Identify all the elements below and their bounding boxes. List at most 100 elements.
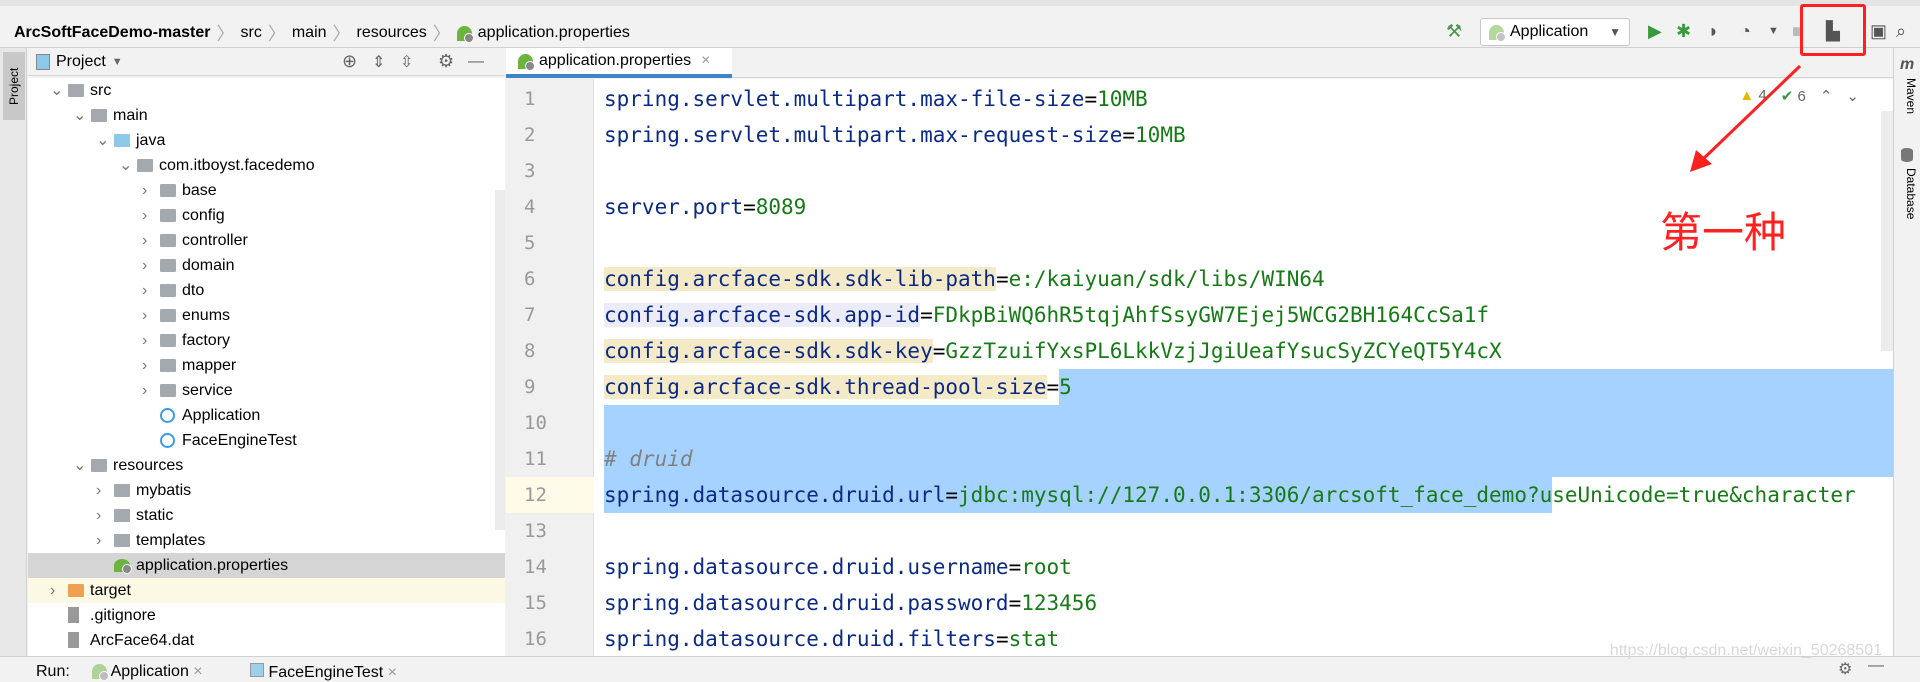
- code-line[interactable]: spring.datasource.druid.password=123456: [604, 585, 1097, 621]
- code-line[interactable]: spring.datasource.druid.url=jdbc:mysql:/…: [604, 477, 1856, 513]
- breadcrumb-src[interactable]: src: [241, 24, 262, 42]
- code-line[interactable]: config.arcface-sdk.sdk-key=GzzTzuifYxsPL…: [604, 333, 1502, 369]
- tree-item[interactable]: Application: [28, 403, 505, 428]
- package-icon: [160, 384, 176, 397]
- tree-item[interactable]: ⌄ src: [28, 78, 505, 103]
- expand-all-icon[interactable]: ⇕: [372, 52, 385, 72]
- hide-icon[interactable]: —: [1868, 657, 1884, 675]
- project-panel-title[interactable]: Project: [56, 53, 106, 71]
- chevron-down-icon[interactable]: ⌄: [73, 103, 86, 128]
- package-icon: [160, 184, 176, 197]
- gear-icon[interactable]: ⚙: [438, 51, 454, 72]
- terminal-icon[interactable]: ▣: [1870, 21, 1887, 41]
- tree-item[interactable]: › factory: [28, 328, 505, 353]
- coverage-icon[interactable]: ◗: [1708, 21, 1719, 41]
- run-icon[interactable]: ▶: [1648, 21, 1662, 41]
- tree-item[interactable]: › dto: [28, 278, 505, 303]
- run-tab-faceenginetest[interactable]: FaceEngineTest ×: [250, 663, 397, 682]
- project-tool-button[interactable]: Project: [3, 52, 25, 120]
- run-configuration-select[interactable]: Application ▼: [1480, 18, 1630, 46]
- run-tab-application[interactable]: Application ×: [92, 663, 203, 682]
- chevron-right-icon[interactable]: ›: [96, 528, 108, 553]
- search-icon[interactable]: ⌕: [1896, 21, 1906, 41]
- equals-sign: =: [1122, 123, 1136, 147]
- code-line[interactable]: config.arcface-sdk.sdk-lib-path=e:/kaiyu…: [604, 261, 1325, 297]
- debug-icon[interactable]: ✱: [1676, 21, 1691, 41]
- chevron-down-icon[interactable]: ⌄: [96, 128, 109, 153]
- tree-item[interactable]: › service: [28, 378, 505, 403]
- chevron-right-icon[interactable]: ›: [96, 478, 108, 503]
- tree-item[interactable]: ⌄ com.itboyst.facedemo: [28, 153, 505, 178]
- code-line[interactable]: spring.datasource.druid.username=root: [604, 549, 1072, 585]
- chevron-down-icon[interactable]: ⌄: [119, 153, 132, 178]
- code-line[interactable]: config.arcface-sdk.thread-pool-size=5: [604, 369, 1072, 405]
- property-key: spring.servlet.multipart.max-file-size: [604, 87, 1085, 111]
- code-line[interactable]: server.port=8089: [604, 189, 806, 225]
- code-line[interactable]: # druid: [604, 441, 693, 477]
- folder-icon: [68, 584, 84, 597]
- hammer-icon[interactable]: ⚒: [1446, 21, 1462, 41]
- tree-item[interactable]: › static: [28, 503, 505, 528]
- tree-item[interactable]: .gitignore: [28, 603, 505, 628]
- chevron-right-icon[interactable]: ›: [142, 178, 154, 203]
- breadcrumb-resources[interactable]: resources: [357, 24, 427, 42]
- spring-properties-icon: [518, 53, 535, 71]
- code-line[interactable]: config.arcface-sdk.app-id=FDkpBiWQ6hR5tq…: [604, 297, 1489, 333]
- tree-item[interactable]: › templates: [28, 528, 505, 553]
- chevron-down-icon[interactable]: ⌄: [50, 78, 63, 103]
- chevron-down-icon[interactable]: ▼: [112, 56, 123, 68]
- editor-tabs: application.properties ×: [506, 48, 1893, 78]
- tree-item[interactable]: › base: [28, 178, 505, 203]
- chevron-right-icon[interactable]: ›: [50, 578, 62, 603]
- close-icon[interactable]: ×: [388, 664, 397, 681]
- tree-item[interactable]: › mybatis: [28, 478, 505, 503]
- locate-icon[interactable]: ⊕: [342, 51, 357, 72]
- hide-icon[interactable]: —: [468, 53, 484, 71]
- inspection-widget[interactable]: ▲ 4 ✔ 6 ⌃ ⌄: [1739, 87, 1859, 105]
- tree-item[interactable]: › config: [28, 203, 505, 228]
- breadcrumb-project[interactable]: ArcSoftFaceDemo-master: [14, 24, 211, 42]
- database-tool-button[interactable]: Database: [1898, 168, 1918, 219]
- code-line[interactable]: spring.datasource.druid.filters=stat: [604, 621, 1059, 656]
- chevron-right-icon[interactable]: ›: [142, 328, 154, 353]
- chevron-right-icon[interactable]: ›: [142, 253, 154, 278]
- chevron-up-icon[interactable]: ⌃: [1820, 87, 1833, 105]
- chevron-down-icon[interactable]: ⌄: [1846, 87, 1859, 105]
- tree-item[interactable]: ⌄ java: [28, 128, 505, 153]
- chevron-right-icon[interactable]: ›: [142, 228, 154, 253]
- chevron-right-icon[interactable]: ›: [96, 503, 108, 528]
- chevron-right-icon[interactable]: ›: [142, 203, 154, 228]
- tree-item[interactable]: ArcFace64.dat: [28, 628, 505, 653]
- editor-scrollbar[interactable]: [1881, 111, 1893, 351]
- tree-item[interactable]: › controller: [28, 228, 505, 253]
- tree-item[interactable]: ⌄ main: [28, 103, 505, 128]
- chevron-down-icon[interactable]: ▼: [1768, 21, 1779, 41]
- chevron-right-icon[interactable]: ›: [142, 278, 154, 303]
- tree-item[interactable]: FaceEngineTest: [28, 428, 505, 453]
- tree-item[interactable]: › mapper: [28, 353, 505, 378]
- tree-item[interactable]: application.properties: [28, 553, 505, 578]
- code-editor[interactable]: 1 2 3 4 5 6 7 8 9 10 11 12 13 14 15 16 ▲ 4 ✔ 6 ⌃ ⌄ spri…: [506, 79, 1893, 656]
- chevron-right-icon[interactable]: ›: [142, 303, 154, 328]
- profile-icon[interactable]: ◔: [1740, 21, 1751, 41]
- file-icon: [68, 632, 79, 648]
- tab-application-properties[interactable]: application.properties ×: [506, 48, 732, 78]
- tree-item[interactable]: › enums: [28, 303, 505, 328]
- code-line[interactable]: spring.servlet.multipart.max-request-siz…: [604, 117, 1186, 153]
- maven-tool-button[interactable]: Maven: [1898, 78, 1918, 114]
- breadcrumb-main[interactable]: main: [292, 24, 327, 42]
- property-key: server.port: [604, 195, 744, 219]
- chevron-right-icon[interactable]: ›: [142, 378, 154, 403]
- tree-item[interactable]: ⌄ resources: [28, 453, 505, 478]
- code-line[interactable]: spring.servlet.multipart.max-file-size=1…: [604, 81, 1148, 117]
- tree-item-label: application.properties: [136, 557, 289, 574]
- gear-icon[interactable]: ⚙: [1838, 659, 1852, 679]
- tree-item[interactable]: › domain: [28, 253, 505, 278]
- breadcrumb-file[interactable]: application.properties: [478, 24, 630, 42]
- close-icon[interactable]: ×: [701, 52, 710, 70]
- chevron-down-icon[interactable]: ⌄: [73, 453, 86, 478]
- collapse-all-icon[interactable]: ⇳: [400, 52, 413, 72]
- chevron-right-icon[interactable]: ›: [142, 353, 154, 378]
- close-icon[interactable]: ×: [193, 663, 202, 680]
- tree-item[interactable]: › target: [28, 578, 505, 603]
